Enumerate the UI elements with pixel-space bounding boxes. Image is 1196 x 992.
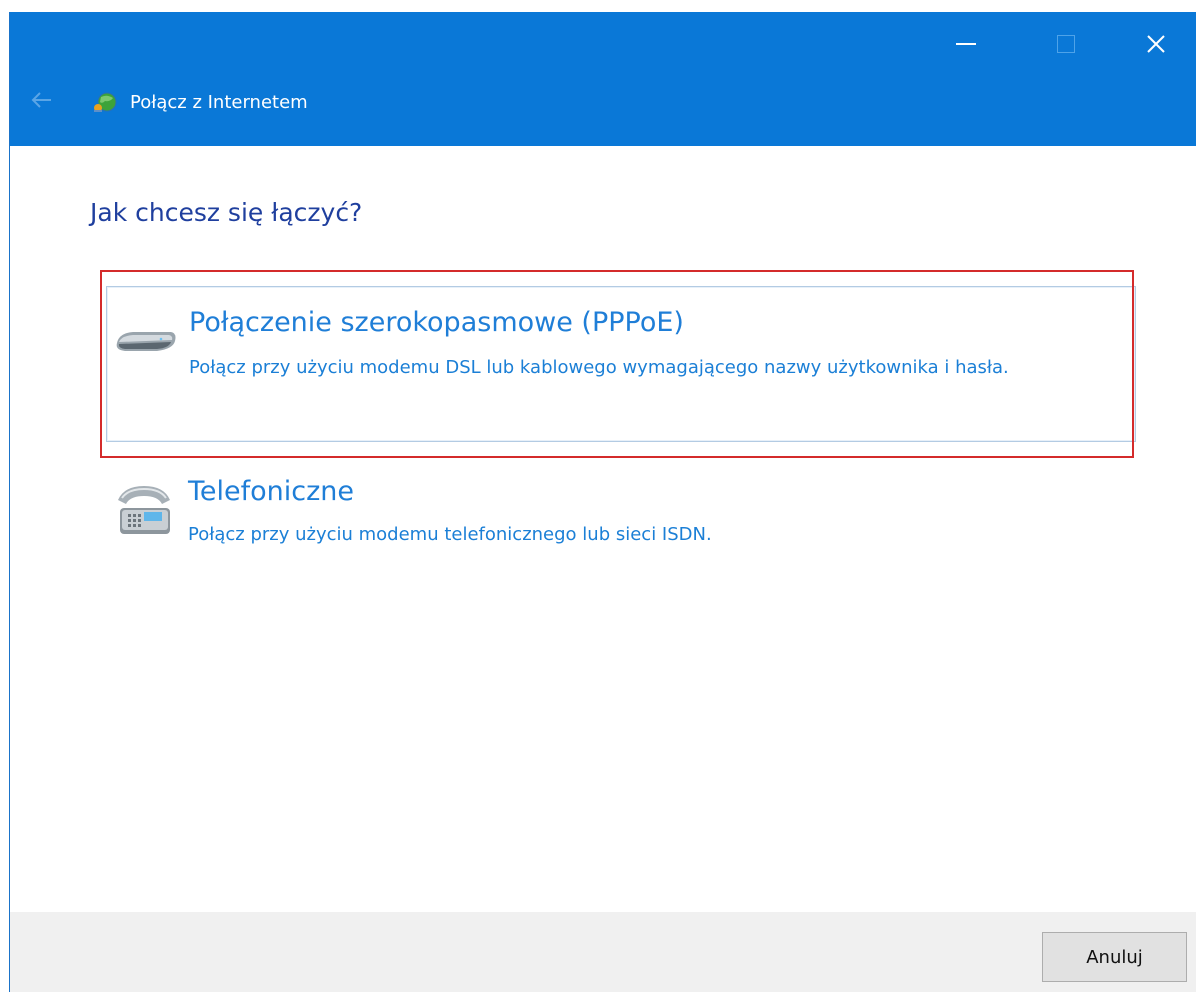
- close-icon: [1147, 35, 1165, 53]
- modem-icon: [116, 332, 176, 351]
- title-bar: Połącz z Internetem: [10, 12, 1196, 146]
- option-title: Połączenie szerokopasmowe (PPPoE): [189, 307, 684, 338]
- cancel-button[interactable]: Anuluj: [1042, 932, 1187, 982]
- close-button[interactable]: [1110, 12, 1196, 76]
- option-description: Połącz przy użyciu modemu telefonicznego…: [188, 524, 712, 545]
- footer-bar: [10, 912, 1196, 992]
- option-broadband-pppoe[interactable]: Połączenie szerokopasmowe (PPPoE) Połącz…: [106, 286, 1136, 442]
- window-title: Połącz z Internetem: [130, 92, 308, 113]
- maximize-button[interactable]: [1020, 12, 1112, 76]
- option-title: Telefoniczne: [188, 476, 355, 507]
- back-arrow-icon[interactable]: [30, 88, 54, 112]
- page-heading: Jak chcesz się łączyć?: [90, 198, 363, 227]
- maximize-icon: [1057, 35, 1075, 53]
- minimize-button[interactable]: [920, 12, 1012, 76]
- option-description: Połącz przy użyciu modemu DSL lub kablow…: [189, 357, 1009, 378]
- phone-icon: [118, 486, 170, 534]
- globe-icon: [94, 92, 117, 112]
- wizard-window: Połącz z Internetem Jak chcesz się łączy…: [9, 12, 1196, 992]
- option-dialup[interactable]: Telefoniczne Połącz przy użyciu modemu t…: [106, 474, 1136, 574]
- minimize-icon: [956, 43, 976, 45]
